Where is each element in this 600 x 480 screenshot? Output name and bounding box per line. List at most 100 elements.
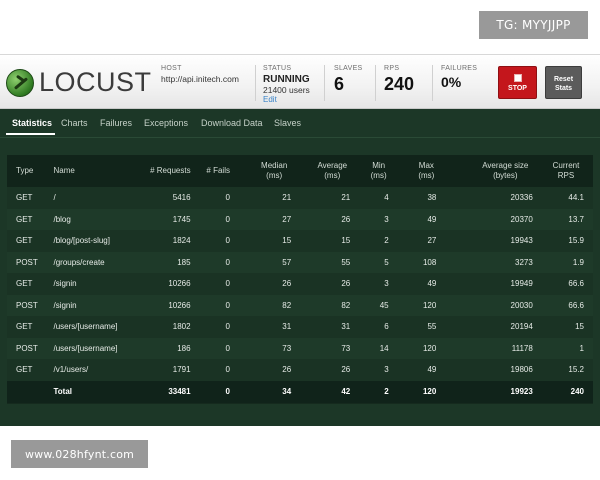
cell-average: 26: [341, 279, 351, 289]
cell-max: 108: [422, 257, 437, 267]
table-header-row: Type Name # Requests # Fails Median (ms)…: [7, 155, 593, 187]
status-value: RUNNING: [263, 74, 310, 85]
column-header-max-text: Max (ms): [418, 161, 435, 180]
column-header-median[interactable]: Median (ms): [230, 155, 291, 187]
total-average-size: 19923: [510, 387, 533, 396]
cell-fails: 0: [225, 365, 230, 375]
table-body: GET/5416 0 21 21 4 38 20336 44.1 GET/blog 1745 0 27…: [7, 187, 593, 381]
host-box: HOST http://api.initech.com: [161, 65, 239, 84]
statistics-table: Type Name # Requests # Fails Median (ms)…: [7, 155, 593, 403]
tab-exceptions[interactable]: Exceptions: [144, 118, 188, 128]
cell-type: POST: [16, 300, 38, 310]
cell-average-size: 19806: [510, 365, 533, 375]
column-header-average-size-text: Average size (bytes): [482, 161, 529, 180]
cell-average: 55: [341, 257, 351, 267]
cell-median: 31: [282, 322, 292, 332]
watermark-top: TG: MYYJJPP: [479, 11, 588, 39]
cell-name: /groups/create: [53, 257, 105, 267]
cell-type: GET: [16, 365, 33, 375]
cell-name: /signin: [53, 300, 77, 310]
cell-type: GET: [16, 279, 33, 289]
user-count: 21400 users: [263, 85, 310, 95]
column-header-max[interactable]: Max (ms): [389, 155, 437, 187]
cell-current-rps: 66.6: [568, 279, 584, 289]
table-row: GET/v1/users/1791 0 26 26 3 49 19806 15.2: [7, 359, 593, 381]
cell-fails: 0: [225, 343, 230, 353]
cell-median: 15: [282, 236, 292, 246]
cell-current-rps: 13.7: [568, 214, 584, 224]
cell-average-size: 19949: [510, 279, 533, 289]
tab-slaves[interactable]: Slaves: [274, 118, 301, 128]
tab-statistics[interactable]: Statistics: [12, 118, 52, 128]
cell-min: 14: [379, 343, 389, 353]
cell-average-size: 20370: [510, 214, 533, 224]
cell-average-size: 20336: [510, 193, 533, 203]
cell-average: 31: [341, 322, 351, 332]
cell-requests: 1745: [172, 214, 191, 224]
total-row: Total 33481 0 34 42 2 120 19923 240: [7, 380, 593, 403]
screenshot: TG: MYYJJPP LOCUST HOST http://api.inite…: [0, 0, 600, 480]
cell-median: 73: [282, 343, 292, 353]
column-header-min[interactable]: Min (ms): [350, 155, 388, 187]
cell-fails: 0: [225, 236, 230, 246]
reset-stats-button[interactable]: Reset Stats: [545, 66, 582, 99]
table-row: GET/blog 1745 0 27 26 3 49 20370 13.7: [7, 208, 593, 230]
cell-type: POST: [16, 257, 38, 267]
rps-box: RPS 240: [384, 65, 414, 95]
tab-charts[interactable]: Charts: [61, 118, 88, 128]
cell-requests: 1791: [172, 365, 191, 375]
cell-median: 26: [282, 279, 292, 289]
cell-max: 49: [427, 214, 437, 224]
column-header-type[interactable]: Type: [7, 155, 48, 187]
cell-average-size: 20030: [510, 300, 533, 310]
cell-average: 26: [341, 365, 351, 375]
cell-average: 82: [341, 300, 351, 310]
cell-fails: 0: [225, 300, 230, 310]
cell-average-size: 3273: [515, 257, 533, 267]
total-name: Total: [53, 387, 72, 396]
failures-box: FAILURES 0%: [441, 65, 477, 90]
cell-requests: 186: [177, 343, 191, 353]
total-average: 42: [341, 387, 351, 396]
column-header-fails[interactable]: # Fails: [191, 155, 230, 187]
watermark-bottom: www.028hfynt.com: [11, 440, 148, 468]
slaves-value: 6: [334, 74, 345, 94]
cell-name: /: [53, 193, 56, 203]
host-value: http://api.initech.com: [161, 74, 239, 84]
column-header-current-rps[interactable]: Current RPS: [533, 155, 593, 187]
edit-link[interactable]: Edit: [263, 95, 310, 104]
cell-name: /v1/users/: [53, 365, 89, 375]
cell-requests: 1824: [172, 236, 191, 246]
cell-name: /blog/[post-slug]: [53, 236, 110, 246]
cell-fails: 0: [225, 214, 230, 224]
cell-average: 21: [341, 193, 351, 203]
cell-current-rps: 15.9: [568, 236, 584, 246]
stop-label: STOP: [508, 85, 527, 92]
cell-average-size: 19943: [510, 236, 533, 246]
cell-max: 38: [427, 193, 437, 203]
cell-median: 82: [282, 300, 292, 310]
stop-button[interactable]: STOP: [498, 66, 537, 99]
divider: [375, 65, 376, 101]
cell-requests: 1802: [172, 322, 191, 332]
column-header-requests[interactable]: # Requests: [129, 155, 190, 187]
rps-value: 240: [384, 74, 415, 94]
tab-download-data[interactable]: Download Data: [201, 118, 263, 128]
cell-type: POST: [16, 343, 38, 353]
cell-type: GET: [16, 193, 33, 203]
column-header-average-size[interactable]: Average size (bytes): [436, 155, 532, 187]
locust-logo-icon: [6, 68, 34, 97]
tab-failures[interactable]: Failures: [100, 118, 132, 128]
cell-average: 73: [341, 343, 351, 353]
table-row: GET/blog/[post-slug] 1824 0 15 15 2 27 19943 15.…: [7, 230, 593, 252]
status-box: STATUS RUNNING 21400 users Edit: [263, 65, 310, 104]
cell-fails: 0: [225, 279, 230, 289]
cell-max: 49: [427, 279, 437, 289]
column-header-average[interactable]: Average (ms): [291, 155, 350, 187]
divider: [255, 65, 256, 101]
cell-median: 57: [282, 257, 292, 267]
cell-min: 4: [384, 193, 389, 203]
slaves-box: SLAVES 6: [334, 65, 363, 95]
column-header-name[interactable]: Name: [48, 155, 129, 187]
cell-median: 27: [282, 214, 292, 224]
